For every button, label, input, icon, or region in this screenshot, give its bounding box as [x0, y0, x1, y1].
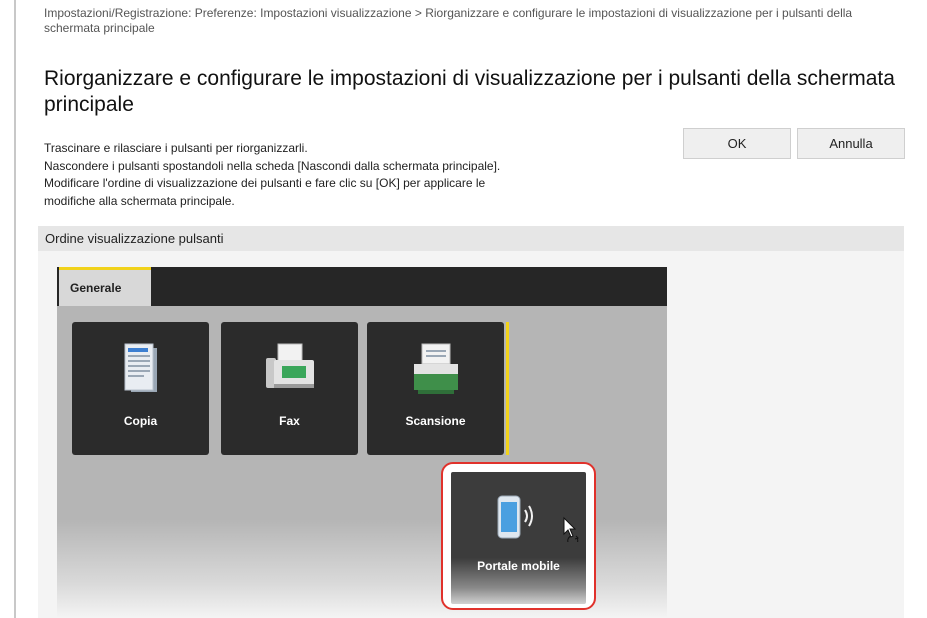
section-header: Ordine visualizzazione pulsanti: [38, 226, 904, 251]
page-title: Riorganizzare e configurare le impostazi…: [44, 67, 895, 116]
fax-icon: [265, 343, 314, 388]
instruction-line: modifiche alla schermata principale.: [44, 193, 235, 208]
instruction-line: Modificare l'ordine di visualizzazione d…: [44, 176, 486, 190]
fax-button-tile[interactable]: Fax: [221, 322, 358, 455]
instructions-text: Trascinare e rilasciare i pulsanti per r…: [44, 140, 664, 210]
ok-button[interactable]: OK: [683, 128, 791, 159]
scan-button-tile[interactable]: Scansione: [367, 322, 504, 455]
dragged-tile-highlight: Portale mobile: [441, 462, 596, 610]
cancel-button[interactable]: Annulla: [797, 128, 905, 159]
window-left-border: [14, 0, 16, 618]
copy-icon: [124, 343, 157, 392]
tab-generale[interactable]: Generale: [59, 267, 151, 306]
cursor-icon: [563, 516, 579, 542]
breadcrumb: Impostazioni/Registrazione: Preferenze: …: [44, 6, 853, 35]
mobile-portal-button-tile[interactable]: Portale mobile: [451, 472, 586, 604]
tile-label: Fax: [279, 414, 300, 428]
tile-label: Portale mobile: [477, 559, 560, 573]
tile-label: Copia: [123, 414, 158, 428]
drop-position-marker: [506, 322, 509, 455]
tile-label: Scansione: [405, 414, 466, 428]
copy-button-tile[interactable]: Copia: [72, 322, 209, 455]
scan-icon: [413, 343, 458, 394]
mobile-portal-icon: [497, 495, 533, 539]
tab-bar: Generale: [57, 267, 667, 306]
instruction-line: Nascondere i pulsanti spostandoli nella …: [44, 158, 501, 173]
instruction-line: Trascinare e rilasciare i pulsanti per r…: [44, 141, 308, 155]
